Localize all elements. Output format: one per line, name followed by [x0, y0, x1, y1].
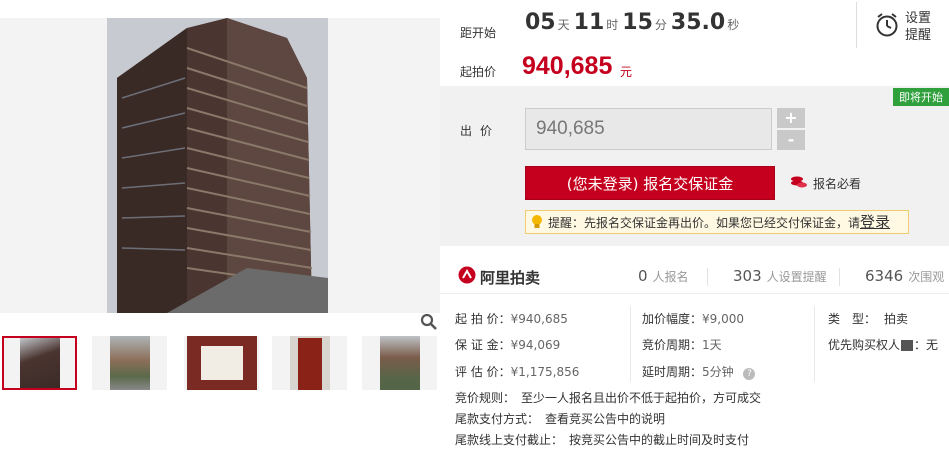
- lightbulb-icon: [530, 214, 544, 230]
- set-reminder-label: 设置提醒: [905, 11, 932, 43]
- alarm-clock-icon: [875, 12, 899, 41]
- thumbnail-street[interactable]: [92, 336, 167, 390]
- auction-info-panel: 距开始 05 天 11 时 15 分 35.0 秒 起拍价 940,685 元 …: [440, 0, 949, 454]
- reminder-count: 303 人设置提醒: [733, 267, 827, 285]
- bid-decrease-button[interactable]: -: [777, 130, 805, 150]
- detail-delay-period: 延时周期：5分钟 ?: [642, 363, 756, 380]
- login-tip: 提醒：先报名交保证金再出价。如果您已经交付保证金，请登录: [525, 210, 909, 234]
- status-badge: 即将开始: [893, 88, 949, 106]
- pay-deposit-button[interactable]: (您未登录) 报名交保证金: [525, 166, 775, 200]
- alibaba-auction-logo: 阿里拍卖: [458, 266, 540, 288]
- help-icon[interactable]: ?: [743, 368, 756, 380]
- photo-gallery: [0, 0, 440, 454]
- details-divider: [814, 306, 815, 382]
- countdown-hours: 11: [573, 10, 605, 35]
- login-link[interactable]: 登录: [860, 213, 890, 231]
- thumbnail-door[interactable]: [272, 336, 347, 390]
- countdown-days-unit: 天: [557, 18, 570, 32]
- detail-deposit: 保 证 金：¥94,069: [455, 338, 561, 352]
- stats-divider: [839, 268, 840, 286]
- thumbnail-strip: [0, 336, 440, 391]
- detail-start-price: 起 拍 价：¥940,685: [455, 312, 568, 326]
- thumbnail-notice[interactable]: [184, 336, 259, 390]
- thumbnail-building-side[interactable]: [362, 336, 437, 390]
- set-reminder-button[interactable]: 设置提醒: [856, 2, 949, 48]
- price-header: 距开始 05 天 11 时 15 分 35.0 秒 起拍价 940,685 元 …: [440, 0, 949, 86]
- view-count: 6346 次围观: [865, 267, 945, 285]
- start-price-value: 940,685: [522, 52, 613, 80]
- details-divider: [630, 306, 631, 382]
- countdown-days: 05: [525, 10, 556, 35]
- main-photo[interactable]: [0, 18, 440, 330]
- auction-stats-bar: 阿里拍卖 0 人报名 303 人设置提醒 6346 次围观: [440, 258, 949, 294]
- rule-bidding: 竞价规则： 至少一人报名且出价不低于起拍价，方可成交: [455, 391, 762, 405]
- countdown-seconds: 35.0: [670, 10, 726, 35]
- bid-section: 即将开始 出价 + - (您未登录) 报名交保证金 报名必看 提醒：先报名交保证…: [440, 86, 949, 246]
- registration-guide-label: 报名必看: [813, 177, 862, 191]
- thumbnail-building[interactable]: [2, 336, 77, 390]
- auction-logo-icon: [458, 266, 476, 288]
- bid-increase-button[interactable]: +: [777, 108, 805, 128]
- coins-icon: [790, 175, 808, 192]
- stats-divider: [707, 268, 708, 286]
- bid-amount-input[interactable]: [525, 108, 772, 150]
- detail-assessed-price: 评 估 价：¥1,175,856: [455, 365, 580, 379]
- auction-logo-text: 阿里拍卖: [480, 268, 541, 287]
- detail-priority-buyer: 优先购买权人■ ：无: [828, 338, 939, 352]
- registration-guide-link[interactable]: 报名必看: [790, 175, 861, 192]
- detail-bidding-period: 竞价周期：1天: [642, 338, 722, 352]
- countdown-timer: 05 天 11 时 15 分 35.0 秒: [525, 10, 743, 35]
- signup-count: 0 人报名: [638, 267, 689, 285]
- start-price-label: 起拍价: [460, 65, 497, 79]
- rule-payment-deadline: 尾款线上支付截止： 按竞买公告中的截止时间及时支付: [455, 433, 750, 447]
- login-tip-text: 提醒：先报名交保证金再出价。如果您已经交付保证金，请: [548, 216, 861, 230]
- countdown-hours-unit: 时: [606, 18, 619, 32]
- bid-label: 出价: [460, 124, 501, 138]
- detail-type: 类 型： 拍卖: [828, 312, 909, 326]
- zoom-icon[interactable]: [420, 313, 438, 331]
- detail-increment: 加价幅度：¥9,000: [642, 312, 745, 326]
- rule-payment-method: 尾款支付方式： 查看竞买公告中的说明: [455, 412, 666, 426]
- countdown-minutes: 15: [622, 10, 653, 35]
- countdown-seconds-unit: 秒: [727, 18, 740, 32]
- start-price-unit: 元: [620, 65, 633, 79]
- building-photo: [107, 18, 328, 313]
- countdown-label: 距开始: [460, 26, 497, 40]
- countdown-minutes-unit: 分: [654, 18, 667, 32]
- priority-info-icon[interactable]: ■: [901, 340, 914, 351]
